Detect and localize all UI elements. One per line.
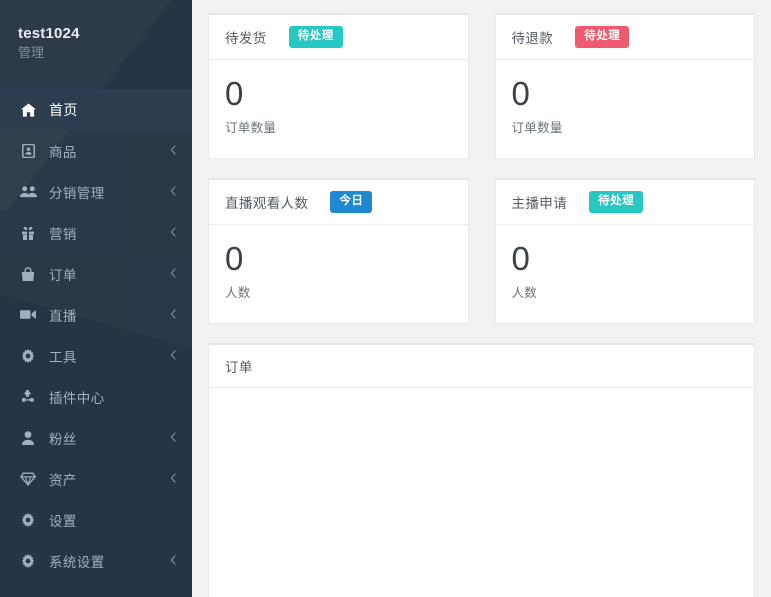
card-title: 待退款 [511, 31, 554, 46]
sidebar-item-10[interactable]: 资产 [0, 458, 192, 499]
chevron-left-icon [170, 225, 176, 240]
sidebar-item-8[interactable]: 插件中心 [0, 376, 192, 417]
metric-label: 订单数量 [225, 121, 277, 135]
sidebar-item-label: 设置 [49, 513, 77, 529]
card-body: 0 人数 [496, 225, 755, 323]
diamond-icon [18, 472, 38, 486]
sidebar-item-5[interactable]: 订单 [0, 253, 192, 294]
card-body: 0 订单数量 [209, 60, 468, 158]
sidebar-item-label: 订单 [49, 267, 77, 283]
chevron-left-icon [170, 430, 176, 445]
sidebar-item-12[interactable]: 系统设置 [0, 540, 192, 581]
sidebar-item-label: 营销 [49, 226, 77, 242]
chevron-left-icon [170, 553, 176, 568]
home-icon [18, 102, 38, 117]
sidebar-item-4[interactable]: 营销 [0, 212, 192, 253]
status-badge: 今日 [330, 190, 373, 214]
sidebar-menu: 首页商品分销管理营销订单直播工具插件中心粉丝资产设置系统设置 [0, 89, 192, 581]
sidebar-item-label: 分销管理 [49, 185, 105, 201]
metric-value: 0 [225, 75, 244, 112]
card-header: 直播观看人数 今日 [209, 180, 468, 225]
gear-icon [18, 553, 38, 568]
card-title: 直播观看人数 [225, 196, 309, 211]
card-body: 0 订单数量 [496, 60, 755, 158]
brand-name: test1024 [18, 25, 80, 42]
sidebar-item-label: 系统设置 [49, 554, 105, 570]
metric-label: 人数 [511, 286, 538, 300]
plugin-icon [18, 390, 38, 403]
sidebar-item-label: 直播 [49, 308, 77, 324]
sidebar-item-label: 资产 [49, 472, 77, 488]
sidebar-item-6[interactable]: 直播 [0, 294, 192, 335]
bag-icon [18, 266, 38, 281]
main-content: 待发货 待处理 0 订单数量 待退款 待处理 0 订单数量 直播观看人数 今日 … [192, 0, 771, 597]
brand-subtitle: 管理 [18, 45, 45, 60]
gear-icon [18, 512, 38, 527]
card-title: 主播申请 [511, 196, 568, 211]
card-header: 待退款 待处理 [495, 15, 754, 60]
metric-label: 人数 [225, 286, 251, 300]
status-badge: 待处理 [288, 25, 343, 49]
sidebar-item-2[interactable]: 商品 [0, 130, 192, 171]
panel-header: 订单 [209, 345, 754, 388]
card-title: 待发货 [225, 31, 267, 46]
chevron-left-icon [170, 471, 176, 486]
chevron-left-icon [170, 307, 176, 322]
card-body: 0 人数 [209, 225, 468, 323]
chevron-left-icon [170, 266, 176, 281]
brand-block: test1024 管理 [0, 0, 192, 62]
sidebar-item-label: 粉丝 [49, 431, 77, 447]
video-icon [18, 309, 38, 320]
sidebar-item-9[interactable]: 粉丝 [0, 417, 192, 458]
status-badge: 待处理 [589, 190, 644, 214]
gift-icon [18, 226, 38, 240]
sidebar-item-7[interactable]: 工具 [0, 335, 192, 376]
sidebar-item-label: 首页 [49, 101, 78, 118]
sidebar-item-11[interactable]: 设置 [0, 499, 192, 540]
stat-card-pending-shipment[interactable]: 待发货 待处理 0 订单数量 [208, 13, 469, 159]
chevron-left-icon [170, 348, 176, 363]
admin-dashboard: test1024 管理 首页 商品 分销管理 营销 订单 直播 工具 插件中心 粉丝 资产 设置 系统… [0, 0, 771, 597]
card-header: 待发货 待处理 [209, 15, 468, 60]
metric-value: 0 [511, 75, 530, 112]
sidebar-item-label: 商品 [49, 144, 77, 160]
sidebar-item-3[interactable]: 分销管理 [0, 171, 192, 212]
stat-card-row-1: 待发货 待处理 0 订单数量 待退款 待处理 0 订单数量 [208, 13, 755, 159]
sidebar-item-label: 插件中心 [49, 390, 105, 406]
gear-icon [18, 348, 38, 363]
sidebar: test1024 管理 首页商品分销管理营销订单直播工具插件中心粉丝资产设置系统… [0, 0, 192, 597]
metric-value: 0 [225, 240, 244, 277]
status-badge: 待处理 [575, 25, 630, 49]
card-header: 主播申请 待处理 [495, 180, 754, 225]
sidebar-item-label: 工具 [49, 349, 77, 365]
stat-card-row-2: 直播观看人数 今日 0 人数 主播申请 待处理 0 人数 [208, 178, 755, 324]
metric-label: 订单数量 [511, 121, 563, 135]
order-chart-panel: 订单 [208, 343, 755, 597]
order-line-chart[interactable] [209, 388, 754, 597]
metric-value: 0 [511, 240, 530, 277]
chevron-left-icon [170, 184, 176, 199]
chevron-left-icon [170, 143, 176, 158]
stat-card-host-application[interactable]: 主播申请 待处理 0 人数 [494, 178, 755, 324]
goods-icon [18, 143, 38, 158]
chart-svg [209, 388, 731, 597]
panel-title: 订单 [225, 360, 253, 375]
user-icon [18, 430, 38, 445]
stat-card-pending-refund[interactable]: 待退款 待处理 0 订单数量 [494, 13, 755, 159]
users-icon [18, 185, 38, 198]
sidebar-item-1[interactable]: 首页 [0, 89, 192, 130]
stat-card-live-viewers[interactable]: 直播观看人数 今日 0 人数 [208, 178, 469, 324]
